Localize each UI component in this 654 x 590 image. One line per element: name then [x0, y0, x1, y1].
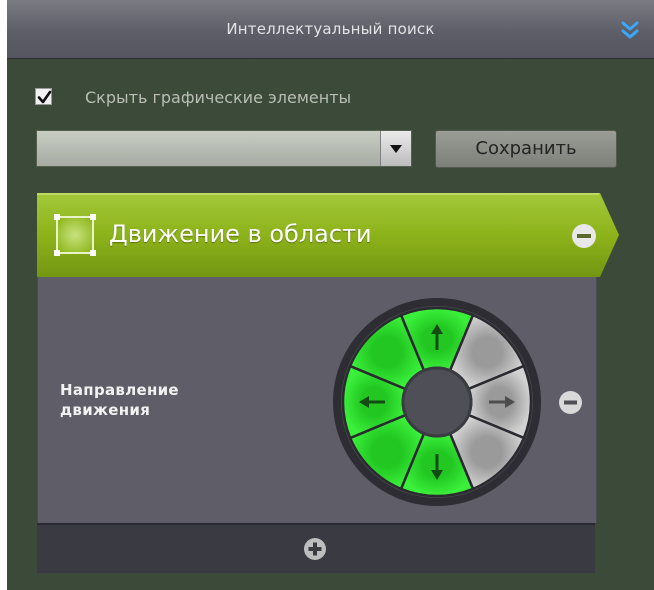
direction-label: Направление движения	[60, 380, 179, 420]
panel-titlebar: Интеллектуальный поиск	[7, 0, 654, 59]
motion-in-area-header[interactable]: Движение в области	[37, 193, 619, 277]
area-selection-icon	[54, 214, 96, 256]
save-button[interactable]: Сохранить	[435, 130, 617, 168]
panel-title: Интеллектуальный поиск	[226, 20, 435, 38]
direction-wheel	[333, 298, 541, 506]
add-condition-bar	[37, 523, 595, 573]
intelligent-search-panel: Интеллектуальный поиск Скрыть графически…	[7, 0, 654, 590]
hide-graphics-checkbox[interactable]	[35, 88, 52, 105]
section-title: Движение в области	[109, 220, 372, 248]
plus-circle-icon[interactable]	[303, 537, 327, 561]
minus-circle-icon[interactable]	[558, 390, 583, 415]
direction-label-line2: движения	[60, 401, 151, 419]
double-chevron-down-icon[interactable]	[619, 20, 641, 42]
hide-graphics-label[interactable]: Скрыть графические элементы	[85, 88, 351, 107]
minus-circle-icon[interactable]	[571, 223, 597, 249]
wheel-center	[401, 366, 473, 438]
dropdown-arrow-button[interactable]	[380, 131, 411, 166]
checkmark-icon	[37, 90, 52, 104]
direction-label-line1: Направление	[60, 381, 179, 399]
motion-in-area-body: Направление движения	[37, 277, 597, 523]
triangle-down-icon	[390, 145, 402, 153]
preset-dropdown[interactable]	[36, 130, 412, 167]
